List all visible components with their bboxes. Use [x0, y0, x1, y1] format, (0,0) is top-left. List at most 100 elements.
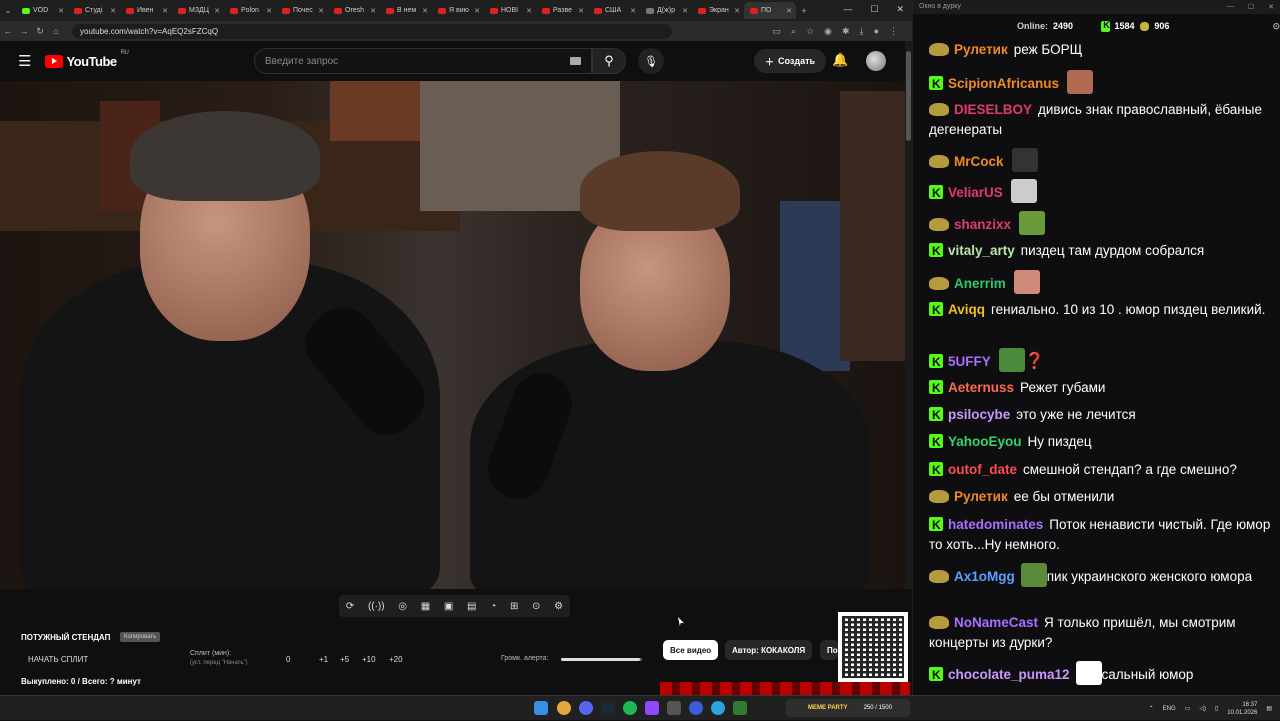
chat-username[interactable]: Ax1oMgg	[954, 569, 1015, 584]
add-clip-icon[interactable]: ⊞	[510, 601, 518, 612]
tab-close-icon[interactable]: ✕	[630, 7, 636, 15]
tab-close-icon[interactable]: ✕	[734, 7, 740, 15]
tab-close-icon[interactable]: ✕	[474, 7, 480, 15]
tab-close-icon[interactable]: ✕	[370, 7, 376, 15]
alert-volume-slider[interactable]	[561, 658, 642, 661]
browser-tab[interactable]: В нем ✕	[380, 2, 432, 19]
new-tab-button[interactable]: +	[796, 6, 812, 16]
keyboard-icon[interactable]	[570, 57, 581, 65]
download-icon[interactable]: ⤓	[860, 26, 864, 37]
battery-icon[interactable]: ▯	[1215, 705, 1218, 712]
start-split-button[interactable]: НАЧАТЬ СПЛИТ	[28, 655, 88, 664]
browser-tab[interactable]: НОВІ ✕	[484, 2, 536, 19]
chat-username[interactable]: Рулетик	[954, 489, 1008, 504]
cast-icon[interactable]: ▭	[773, 26, 782, 37]
start-icon[interactable]	[534, 701, 548, 715]
chat-username[interactable]: vitaly_arty	[948, 243, 1015, 258]
avatar[interactable]	[866, 51, 886, 71]
search-input[interactable]: Введите запрос	[254, 48, 592, 74]
forward-icon[interactable]: →	[16, 26, 32, 36]
loop-icon[interactable]: ⟳	[346, 601, 354, 612]
browser-tab[interactable]: Разве ✕	[536, 2, 588, 19]
chat-username[interactable]: chocolate_puma12	[948, 667, 1070, 682]
browser-tab[interactable]: Ивен ✕	[120, 2, 172, 19]
maximize-icon[interactable]: ☐	[870, 4, 878, 15]
tab-close-icon[interactable]: ✕	[422, 7, 428, 15]
tab-close-icon[interactable]: ✕	[682, 7, 688, 15]
picture-in-picture-icon[interactable]: ▣	[444, 601, 453, 612]
settings-gear-icon[interactable]: ⚙	[554, 601, 563, 612]
spotify-icon[interactable]	[623, 701, 637, 715]
puzzle-icon[interactable]: ✱	[842, 26, 850, 37]
chat-username[interactable]: ScipionAfricanus	[948, 76, 1059, 91]
notification-icon[interactable]: ▤	[1266, 705, 1272, 712]
chat-maximize-icon[interactable]: ☐	[1248, 3, 1254, 11]
voice-search-button[interactable]: 🎙	[638, 48, 664, 74]
split-value-0[interactable]: 0	[286, 655, 290, 664]
chat-username[interactable]: YahooEyou	[948, 434, 1022, 449]
extension-icon[interactable]: ◉	[824, 26, 832, 37]
tab-close-icon[interactable]: ✕	[214, 7, 220, 15]
minimize-icon[interactable]: —	[843, 4, 852, 15]
browser-tab[interactable]: Д(ж)р ✕	[640, 2, 692, 19]
zoom-icon[interactable]: ⌕	[791, 26, 796, 37]
back-icon[interactable]: ←	[0, 26, 16, 36]
tab-close-icon[interactable]: ✕	[266, 7, 272, 15]
browser-tab[interactable]: США ✕	[588, 2, 640, 19]
chat-username[interactable]: Aeternuss	[948, 380, 1014, 395]
browser-tab[interactable]: Polon ✕	[224, 2, 276, 19]
tab-close-icon[interactable]: ✕	[318, 7, 324, 15]
home-icon[interactable]: ⌂	[48, 26, 64, 36]
copy-badge[interactable]: Копировать	[120, 632, 161, 642]
chevron-up-icon[interactable]: ⌃	[1149, 705, 1154, 712]
all-videos-button[interactable]: Все видео	[663, 640, 719, 660]
browser-tab[interactable]: ПО ✕	[744, 2, 796, 19]
profile-icon[interactable]: ●	[874, 26, 879, 37]
author-button[interactable]: Автор: КОКАКОЛЯ	[725, 640, 813, 660]
telegram-icon[interactable]	[711, 701, 725, 715]
browser-tab[interactable]: Oresh ✕	[328, 2, 380, 19]
tab-close-icon[interactable]: ✕	[58, 7, 64, 15]
split-plus-1-button[interactable]: +1	[319, 655, 328, 664]
view-icon[interactable]: ◎	[398, 601, 407, 612]
browser-tab[interactable]: Студі ✕	[68, 2, 120, 19]
chat-username[interactable]: Aviqq	[948, 302, 985, 317]
app-icon[interactable]	[667, 701, 681, 715]
hamburger-menu-icon[interactable]: ☰	[18, 52, 31, 70]
chat-username[interactable]: Рулетик	[954, 42, 1008, 57]
split-plus-10-button[interactable]: +10	[362, 655, 376, 664]
network-icon[interactable]: ▭	[1185, 705, 1191, 712]
tab-close-icon[interactable]: ✕	[526, 7, 532, 15]
chat-close-icon[interactable]: ✕	[1268, 3, 1274, 11]
volume-icon[interactable]: ◁)	[1199, 705, 1206, 712]
tab-close-icon[interactable]: ✕	[578, 7, 584, 15]
tab-close-icon[interactable]: ✕	[110, 7, 116, 15]
url-field[interactable]: youtube.com/watch?v=AqEQ2sFZCqQ	[72, 23, 672, 39]
chat-username[interactable]: VeliarUS	[948, 185, 1003, 200]
chat-username[interactable]: Anerrim	[954, 276, 1006, 291]
app-icon[interactable]	[733, 701, 747, 715]
youtube-logo[interactable]: YouTube RU	[45, 50, 129, 69]
chat-username[interactable]: NoNameCast	[954, 615, 1038, 630]
split-plus-5-button[interactable]: +5	[340, 655, 349, 664]
clock[interactable]: 16:37 10.01.2026	[1227, 701, 1257, 717]
tab-close-icon[interactable]: ✕	[162, 7, 168, 15]
discord-icon[interactable]	[579, 701, 593, 715]
tab-search-icon[interactable]: ⌄	[0, 5, 16, 16]
steam-icon[interactable]	[601, 701, 615, 715]
tab-close-icon[interactable]: ✕	[786, 7, 792, 15]
video-player[interactable]	[0, 81, 905, 589]
search-button[interactable]: ⚲	[592, 48, 626, 74]
chat-minimize-icon[interactable]: —	[1227, 3, 1234, 11]
browser-tab[interactable]: VOD ✕	[16, 2, 68, 19]
chat-settings-icon[interactable]: ⊙	[1272, 21, 1280, 32]
notifications-bell-icon[interactable]: 🔔	[832, 52, 848, 68]
split-plus-20-button[interactable]: +20	[389, 655, 403, 664]
camera-icon[interactable]: ⊙	[532, 601, 540, 612]
speed-icon[interactable]: ◔	[490, 601, 496, 612]
chat-username[interactable]: MrCock	[954, 154, 1004, 169]
clapper-icon[interactable]: ▦	[421, 601, 430, 612]
reload-icon[interactable]: ↻	[32, 26, 48, 37]
browser-tab[interactable]: Почес ✕	[276, 2, 328, 19]
browser-tab[interactable]: Я вию ✕	[432, 2, 484, 19]
